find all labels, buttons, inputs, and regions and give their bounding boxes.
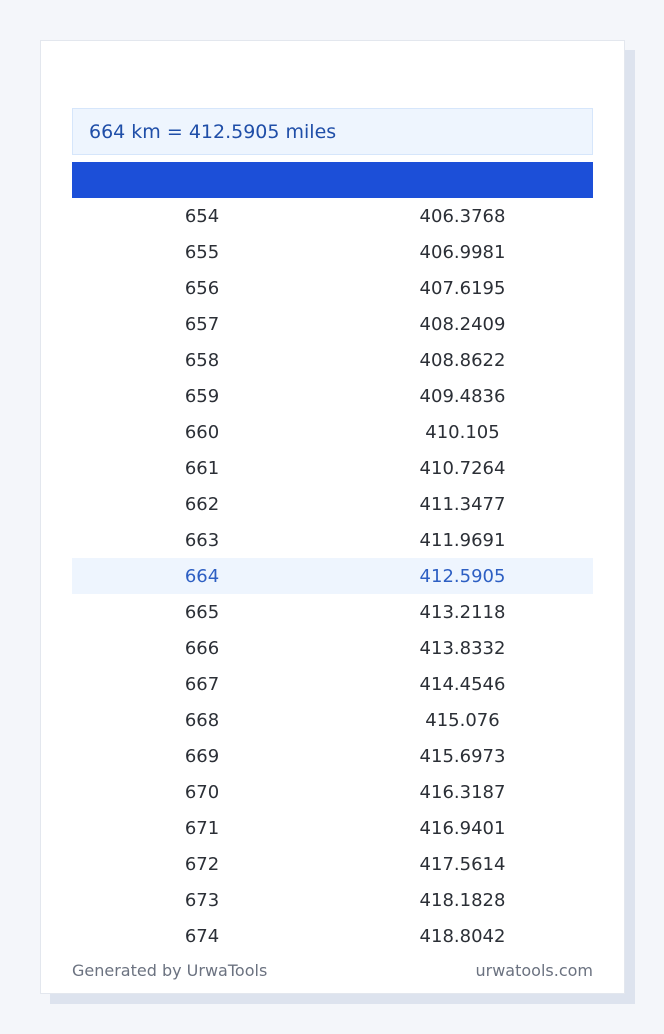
km-cell: 654 xyxy=(184,205,220,227)
miles-cell: 416.9401 xyxy=(419,817,506,839)
miles-cell: 414.4546 xyxy=(419,673,506,695)
miles-cell: 407.6195 xyxy=(419,277,506,299)
miles-cell: 411.3477 xyxy=(419,493,506,515)
table-row: 673 418.1828 xyxy=(72,882,593,918)
footer-credit: Generated by UrwaTools xyxy=(72,961,268,980)
table-row: 658 408.8622 xyxy=(72,342,593,378)
miles-cell: 417.5614 xyxy=(419,853,506,875)
miles-cell: 415.6973 xyxy=(419,745,506,767)
miles-cell: 413.2118 xyxy=(419,601,506,623)
km-cell: 661 xyxy=(184,457,220,479)
km-cell: 658 xyxy=(184,349,220,371)
conversion-card: 664 km = 412.5905 miles 654 406.3768 655 40… xyxy=(40,40,625,994)
km-cell: 664 xyxy=(184,565,220,587)
km-cell: 656 xyxy=(184,277,220,299)
table-row: 670 416.3187 xyxy=(72,774,593,810)
table-row: 659 409.4836 xyxy=(72,378,593,414)
table-row: 656 407.6195 xyxy=(72,270,593,306)
table-row: 672 417.5614 xyxy=(72,846,593,882)
km-cell: 673 xyxy=(184,889,220,911)
footer: Generated by UrwaTools urwatools.com xyxy=(72,961,593,980)
table-row: 657 408.2409 xyxy=(72,306,593,342)
table-row: 662 411.3477 xyxy=(72,486,593,522)
miles-cell: 416.3187 xyxy=(419,781,506,803)
km-cell: 669 xyxy=(184,745,220,767)
table-row: 666 413.8332 xyxy=(72,630,593,666)
table-row: 671 416.9401 xyxy=(72,810,593,846)
miles-cell: 418.1828 xyxy=(419,889,506,911)
miles-cell: 411.9691 xyxy=(419,529,506,551)
miles-cell: 408.8622 xyxy=(419,349,506,371)
miles-cell: 406.9981 xyxy=(419,241,506,263)
miles-cell: 410.105 xyxy=(425,421,500,443)
table-row: 668 415.076 xyxy=(72,702,593,738)
miles-cell: 412.5905 xyxy=(419,565,506,587)
km-cell: 667 xyxy=(184,673,220,695)
km-cell: 666 xyxy=(184,637,220,659)
miles-cell: 413.8332 xyxy=(419,637,506,659)
table-row-highlighted: 664 412.5905 xyxy=(72,558,593,594)
km-cell: 657 xyxy=(184,313,220,335)
miles-cell: 406.3768 xyxy=(419,205,506,227)
km-cell: 670 xyxy=(184,781,220,803)
table-row: 667 414.4546 xyxy=(72,666,593,702)
conversion-table: 654 406.3768 655 406.9981 656 407.6195 657 408.… xyxy=(72,198,593,954)
km-cell: 671 xyxy=(184,817,220,839)
table-row: 654 406.3768 xyxy=(72,198,593,234)
miles-cell: 409.4836 xyxy=(419,385,506,407)
km-cell: 655 xyxy=(184,241,220,263)
km-cell: 672 xyxy=(184,853,220,875)
table-row: 661 410.7264 xyxy=(72,450,593,486)
table-row: 663 411.9691 xyxy=(72,522,593,558)
miles-cell: 415.076 xyxy=(425,709,500,731)
miles-cell: 418.8042 xyxy=(419,925,506,947)
km-cell: 660 xyxy=(184,421,220,443)
km-cell: 674 xyxy=(184,925,220,947)
conversion-result: 664 km = 412.5905 miles xyxy=(72,108,593,155)
table-row: 655 406.9981 xyxy=(72,234,593,270)
km-cell: 668 xyxy=(184,709,220,731)
km-cell: 662 xyxy=(184,493,220,515)
table-row: 669 415.6973 xyxy=(72,738,593,774)
km-cell: 659 xyxy=(184,385,220,407)
table-row: 665 413.2118 xyxy=(72,594,593,630)
table-row: 674 418.8042 xyxy=(72,918,593,954)
table-header xyxy=(72,162,593,198)
km-cell: 665 xyxy=(184,601,220,623)
footer-site-link[interactable]: urwatools.com xyxy=(476,961,594,980)
miles-cell: 408.2409 xyxy=(419,313,506,335)
table-row: 660 410.105 xyxy=(72,414,593,450)
miles-cell: 410.7264 xyxy=(419,457,506,479)
km-cell: 663 xyxy=(184,529,220,551)
